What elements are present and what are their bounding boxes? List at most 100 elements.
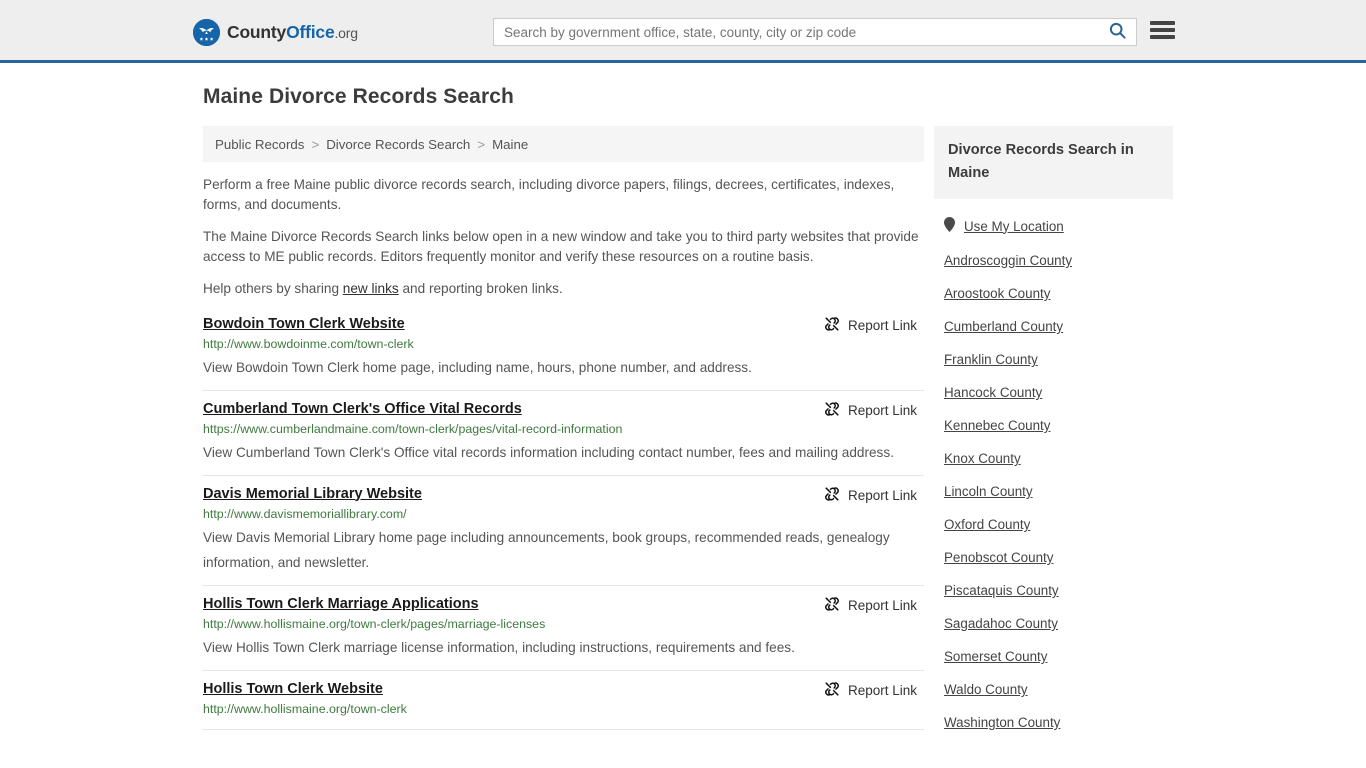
report-link-button[interactable]: Report Link xyxy=(824,401,924,420)
result-description: View Hollis Town Clerk marriage license … xyxy=(203,639,795,655)
county-link[interactable]: Franklin County xyxy=(944,352,1038,367)
result-item: Davis Memorial Library Website Report Li… xyxy=(203,476,924,586)
county-link[interactable]: Hancock County xyxy=(944,385,1042,400)
county-link[interactable]: Aroostook County xyxy=(944,286,1050,301)
county-link[interactable]: Waldo County xyxy=(944,682,1028,697)
report-link-label: Report Link xyxy=(847,317,917,333)
report-link-label: Report Link xyxy=(847,402,917,418)
broken-link-icon xyxy=(824,486,840,505)
search-bar[interactable] xyxy=(493,18,1137,46)
result-url[interactable]: http://www.davismemoriallibrary.com/ xyxy=(203,507,407,521)
result-item: Cumberland Town Clerk's Office Vital Rec… xyxy=(203,391,924,476)
report-link-button[interactable]: Report Link xyxy=(824,681,924,700)
logo-text-county: County xyxy=(227,22,287,42)
result-description: View Bowdoin Town Clerk home page, inclu… xyxy=(203,359,752,375)
result-item: Hollis Town Clerk Marriage Applications … xyxy=(203,586,924,671)
county-link[interactable]: Lincoln County xyxy=(944,484,1033,499)
sidebar-item-use-my-location[interactable]: Use My Location xyxy=(934,208,1173,244)
hamburger-bar-3 xyxy=(1150,35,1175,39)
new-links-link[interactable]: new links xyxy=(343,281,399,296)
result-item: Hollis Town Clerk Website Report Link htt… xyxy=(203,671,924,730)
county-link[interactable]: Kennebec County xyxy=(944,418,1050,433)
sidebar-item-county[interactable]: Kennebec County xyxy=(934,409,1173,442)
page-body: Maine Divorce Records Search Public Reco… xyxy=(0,63,1366,739)
result-header: Hollis Town Clerk Marriage Applications … xyxy=(203,594,924,615)
intro-paragraph-2: The Maine Divorce Records Search links b… xyxy=(203,229,919,264)
breadcrumb-separator: > xyxy=(311,136,320,152)
site-logo-text: CountyOffice.org xyxy=(227,22,358,43)
content-container: Public Records > Divorce Records Search … xyxy=(193,126,1173,739)
sidebar-item-county[interactable]: Androscoggin County xyxy=(934,244,1173,277)
result-header: Hollis Town Clerk Website Report Link xyxy=(203,679,924,700)
breadcrumb-separator: > xyxy=(477,136,486,152)
result-header: Davis Memorial Library Website Report Li… xyxy=(203,484,924,505)
county-link[interactable]: Androscoggin County xyxy=(944,253,1072,268)
intro-p3-pre: Help others by sharing xyxy=(203,281,343,296)
report-link-button[interactable]: Report Link xyxy=(824,486,924,505)
breadcrumb-item-maine: Maine xyxy=(492,136,529,152)
result-description: View Cumberland Town Clerk's Office vita… xyxy=(203,444,894,460)
hamburger-bar-1 xyxy=(1150,21,1175,25)
county-link[interactable]: Piscataquis County xyxy=(944,583,1059,598)
sidebar-item-county[interactable]: Aroostook County xyxy=(934,277,1173,310)
site-logo[interactable]: CountyOffice.org xyxy=(193,19,358,46)
county-link[interactable]: Washington County xyxy=(944,715,1060,730)
sidebar-item-county[interactable]: Washington County xyxy=(934,706,1173,739)
sidebar-item-county[interactable]: Waldo County xyxy=(934,673,1173,706)
sidebar-item-county[interactable]: Knox County xyxy=(934,442,1173,475)
broken-link-icon xyxy=(824,681,840,700)
result-url[interactable]: http://www.hollismaine.org/town-clerk/pa… xyxy=(203,617,545,631)
sidebar-item-county[interactable]: Lincoln County xyxy=(934,475,1173,508)
sidebar-item-county[interactable]: Somerset County xyxy=(934,640,1173,673)
result-title-link[interactable]: Bowdoin Town Clerk Website xyxy=(203,314,405,334)
intro-text: Perform a free Maine public divorce reco… xyxy=(203,175,924,299)
broken-link-icon xyxy=(824,596,840,615)
sidebar-item-county[interactable]: Penobscot County xyxy=(934,541,1173,574)
broken-link-icon xyxy=(824,316,840,335)
page-title: Maine Divorce Records Search xyxy=(203,85,514,108)
use-my-location-link[interactable]: Use My Location xyxy=(964,219,1064,234)
hamburger-bar-2 xyxy=(1150,28,1175,32)
county-link[interactable]: Somerset County xyxy=(944,649,1047,664)
eagle-seal-icon xyxy=(193,19,220,46)
search-button[interactable] xyxy=(1098,19,1136,45)
intro-paragraph-1: Perform a free Maine public divorce reco… xyxy=(203,177,895,212)
county-link[interactable]: Knox County xyxy=(944,451,1021,466)
breadcrumb: Public Records > Divorce Records Search … xyxy=(203,126,924,162)
county-link[interactable]: Penobscot County xyxy=(944,550,1053,565)
result-title-link[interactable]: Cumberland Town Clerk's Office Vital Rec… xyxy=(203,399,522,419)
result-url[interactable]: http://www.bowdoinme.com/town-clerk xyxy=(203,337,414,351)
sidebar-item-county[interactable]: Franklin County xyxy=(934,343,1173,376)
sidebar-item-county[interactable]: Hancock County xyxy=(934,376,1173,409)
result-header: Cumberland Town Clerk's Office Vital Rec… xyxy=(203,399,924,420)
sidebar-item-county[interactable]: Sagadahoc County xyxy=(934,607,1173,640)
sidebar-item-county[interactable]: Cumberland County xyxy=(934,310,1173,343)
sidebar-links: Use My Location Androscoggin County Aroos… xyxy=(934,199,1173,739)
county-link[interactable]: Oxford County xyxy=(944,517,1030,532)
site-header: CountyOffice.org xyxy=(0,0,1366,63)
hamburger-menu-icon[interactable] xyxy=(1150,19,1175,41)
logo-text-office: Office xyxy=(286,22,335,42)
breadcrumb-item-divorce-records-search[interactable]: Divorce Records Search xyxy=(326,137,470,152)
county-link[interactable]: Cumberland County xyxy=(944,319,1063,334)
result-header: Bowdoin Town Clerk Website Report Link xyxy=(203,314,924,335)
broken-link-icon xyxy=(824,401,840,420)
report-link-button[interactable]: Report Link xyxy=(824,596,924,615)
intro-paragraph-3: Help others by sharing new links and rep… xyxy=(203,279,924,299)
report-link-label: Report Link xyxy=(847,597,917,613)
result-title-link[interactable]: Hollis Town Clerk Website xyxy=(203,679,383,699)
sidebar-item-county[interactable]: Piscataquis County xyxy=(934,574,1173,607)
breadcrumb-item-public-records[interactable]: Public Records xyxy=(215,137,304,152)
location-pin-icon xyxy=(944,217,955,235)
sidebar-item-county[interactable]: Oxford County xyxy=(934,508,1173,541)
result-url[interactable]: http://www.hollismaine.org/town-clerk xyxy=(203,702,407,716)
main-column: Public Records > Divorce Records Search … xyxy=(193,126,924,739)
report-link-label: Report Link xyxy=(847,487,917,503)
result-url[interactable]: https://www.cumberlandmaine.com/town-cle… xyxy=(203,422,622,436)
report-link-button[interactable]: Report Link xyxy=(824,316,924,335)
result-item: Bowdoin Town Clerk Website Report Link ht… xyxy=(203,309,924,391)
search-input[interactable] xyxy=(494,19,1098,45)
result-title-link[interactable]: Hollis Town Clerk Marriage Applications xyxy=(203,594,479,614)
county-link[interactable]: Sagadahoc County xyxy=(944,616,1058,631)
result-title-link[interactable]: Davis Memorial Library Website xyxy=(203,484,422,504)
